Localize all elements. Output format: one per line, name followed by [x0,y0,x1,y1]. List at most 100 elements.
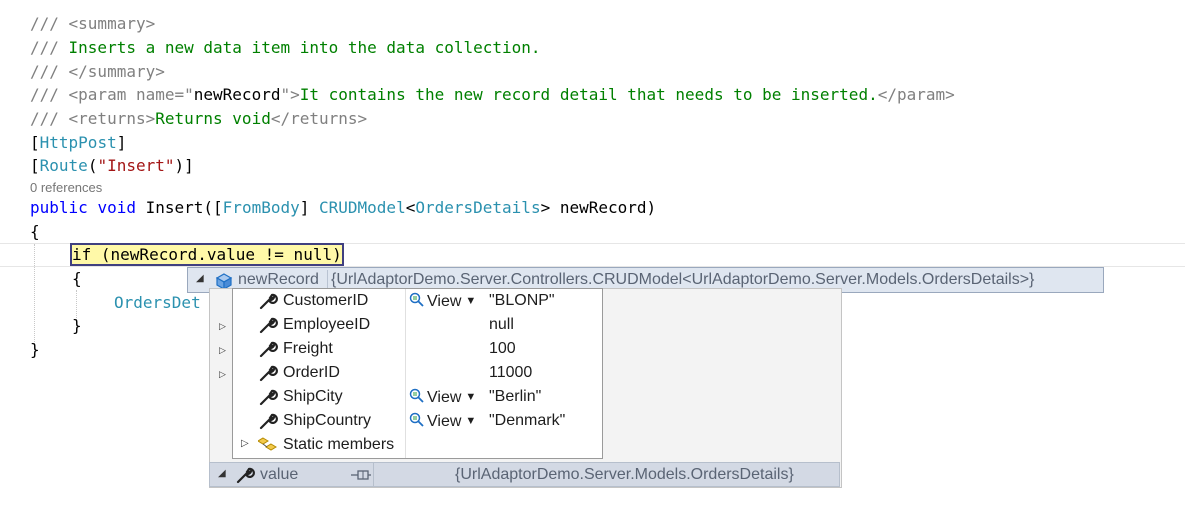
property-value[interactable]: "Denmark" [489,412,565,430]
chevron-down-icon[interactable]: ▼ [465,415,476,427]
bracket: )] [174,156,194,175]
code-line-6: [HttpPost] [30,131,126,154]
collapse-arrow-icon[interactable]: ◢ [196,273,204,284]
view-label[interactable]: View [427,413,461,430]
property-row-static-members[interactable]: ▷ Static members [233,433,602,457]
comment-text: It contains the new record detail that n… [299,85,878,104]
xml-tag: </summary> [68,62,165,81]
magnifier-icon [409,412,424,427]
property-value[interactable]: "BLONP" [489,292,555,310]
variable-value[interactable]: {UrlAdaptorDemo.Server.Controllers.CRUDM… [331,271,1034,289]
code-line-5: /// <returns>Returns void</returns> [30,107,367,130]
code-line-8: public void Insert([FromBody] CRUDModel<… [30,196,656,219]
property-row-customerid[interactable]: CustomerID View ▼ "BLONP" [233,289,602,313]
bracket: [ [30,156,40,175]
attribute-name: FromBody [222,198,300,217]
magnifier-icon [409,292,424,307]
code-line-12: OrdersDet [114,293,201,312]
code-line-9: { [30,222,40,241]
property-value[interactable]: "Berlin" [489,388,541,406]
bracket: ] [299,198,319,217]
column-divider [327,270,328,290]
text-visualizer[interactable]: View ▼ [409,388,476,407]
view-label[interactable]: View [427,293,461,310]
comment-text: Inserts a new data item into the data co… [68,38,541,57]
expand-arrow-icon[interactable]: ▷ [219,321,226,332]
property-name: Static members [283,436,395,453]
current-statement-highlight[interactable]: if (newRecord.value != null) [70,243,344,266]
text-visualizer[interactable]: View ▼ [409,292,476,311]
references-codelens[interactable]: 0 references [30,180,102,195]
variable-name: newRecord [238,271,319,288]
expand-arrow-icon[interactable]: ▷ [241,438,249,449]
property-value[interactable]: 11000 [489,364,532,382]
comment-text: Returns void [155,109,271,128]
property-row-shipcity[interactable]: ShipCity View ▼ "Berlin" [233,385,602,409]
property-name: Freight [283,340,333,357]
view-label[interactable]: View [427,389,461,406]
comment-prefix: /// [30,62,69,81]
property-name: EmployeeID [283,316,371,333]
property-value[interactable]: {UrlAdaptorDemo.Server.Models.OrdersDeta… [455,466,794,484]
wrench-icon [259,389,278,406]
type-name: OrdersDetails [415,198,541,217]
property-name: value [260,466,299,483]
param-name: newRecord [193,85,281,104]
code-line-3: /// </summary> [30,60,165,83]
xml-tag: <summary> [68,14,156,33]
keyword: void [97,198,136,217]
code-line-2: /// Inserts a new data item into the dat… [30,36,541,59]
wrench-icon [236,467,255,484]
static-members-icon [258,437,277,451]
string-literal: "Insert" [97,156,175,175]
magnifier-icon [409,388,424,403]
xml-tag: </param> [877,85,955,104]
property-row-freight[interactable]: Freight 100 [233,337,602,361]
code-line-1: /// <summary> [30,12,155,35]
code-line-4: /// <param name="newRecord">It contains … [30,83,955,106]
angle-bracket: < [405,198,416,217]
collapse-arrow-icon[interactable]: ◢ [218,468,226,479]
code-line-11: { [72,269,82,288]
property-row-orderid[interactable]: OrderID 11000 [233,361,602,385]
comment-prefix: /// [30,14,69,33]
chevron-down-icon[interactable]: ▼ [465,391,476,403]
bracket: [ [30,133,40,152]
property-name: ShipCity [283,388,343,405]
comment-prefix: /// [30,85,69,104]
attribute-name: Route [39,156,88,175]
wrench-icon [259,365,278,382]
wrench-icon [259,317,278,334]
code-line-10[interactable]: if (newRecord.value != null) [70,243,344,266]
xml-tag: <param name=" [68,85,194,104]
property-row-shipcountry[interactable]: ShipCountry View ▼ "Denmark" [233,409,602,433]
datatip-value-row[interactable]: ◢ value {UrlAdaptorDemo.Server.Models.Or… [209,462,840,487]
property-name: OrderID [283,364,340,381]
code-line-7: [Route("Insert")] [30,154,194,177]
property-name: ShipCountry [283,412,372,429]
expand-arrow-icon[interactable]: ▷ [219,369,226,380]
xml-tag: "> [280,85,300,104]
text-visualizer[interactable]: View ▼ [409,412,476,431]
wrench-icon [259,341,278,358]
property-name: CustomerID [283,292,369,309]
wrench-icon [259,413,278,430]
bracket: ] [116,133,127,152]
property-row-employeeid[interactable]: EmployeeID null [233,313,602,337]
property-value[interactable]: null [489,316,514,334]
comment-prefix: /// [30,109,69,128]
parameter: > newRecord) [540,198,657,217]
expand-arrow-icon[interactable]: ▷ [219,345,226,356]
chevron-down-icon[interactable]: ▼ [465,295,476,307]
datatip-properties: CustomerID View ▼ "BLONP" EmployeeID null… [232,288,603,459]
pin-icon[interactable] [350,467,372,483]
type-name: CRUDModel [319,198,406,217]
xml-tag: </returns> [270,109,368,128]
keyword: public [30,198,88,217]
code-line-13: } [72,316,82,335]
wrench-icon [259,293,278,310]
property-value[interactable]: 100 [489,340,516,358]
paren: ( [87,156,98,175]
column-divider [373,463,374,486]
